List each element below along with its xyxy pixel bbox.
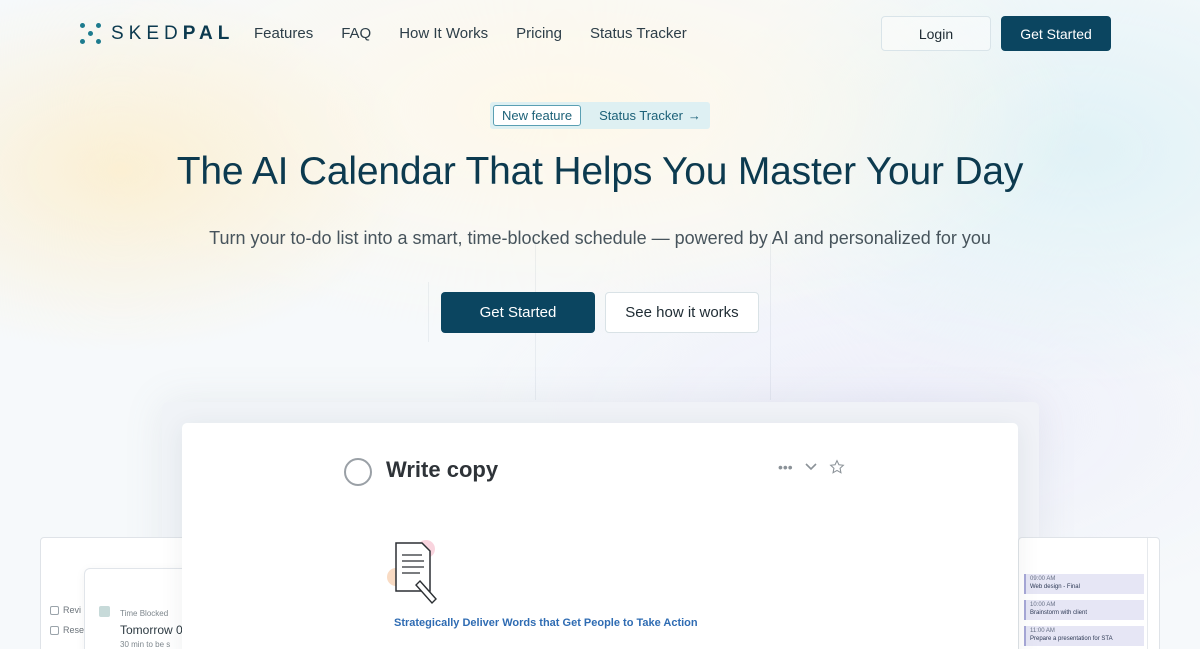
hero-subtitle: Turn your to-do list into a smart, time-…: [209, 228, 991, 248]
calendar-gridline: [1147, 538, 1148, 649]
calendar-icon: [99, 606, 110, 617]
nav-link-how-it-works[interactable]: How It Works: [399, 25, 488, 42]
hero-get-started-button[interactable]: Get Started: [441, 292, 595, 333]
skedpal-logo[interactable]: SKEDPAL: [79, 22, 234, 45]
task-caption: Strategically Deliver Words that Get Peo…: [394, 617, 698, 629]
login-button[interactable]: Login: [881, 16, 991, 51]
nav-link-status-tracker[interactable]: Status Tracker: [590, 25, 687, 42]
task-title: Write copy: [386, 457, 499, 482]
checkbox-icon: [50, 605, 59, 615]
time-blocked-duration: 30 min to be s: [120, 640, 171, 649]
nav-link-pricing[interactable]: Pricing: [516, 25, 562, 42]
arrow-right-icon: →: [687, 108, 701, 123]
top-navbar: SKEDPAL Features FAQ How It Works Pricin…: [0, 0, 1200, 68]
header-get-started-button[interactable]: Get Started: [1001, 16, 1111, 51]
document-icon: [387, 540, 437, 605]
checkbox-icon: [50, 625, 59, 635]
task-detail-card: Write copy ••• Strategically Deliver Wor…: [182, 423, 1018, 649]
calendar-panel: 09:00 AM Web design - Final 10:00 AM Brain…: [1018, 537, 1160, 649]
time-blocked-value: Tomorrow 0: [120, 623, 183, 637]
nav-link-faq[interactable]: FAQ: [341, 25, 371, 42]
calendar-event: 09:00 AM Web design - Final: [1024, 574, 1144, 594]
more-dots-icon[interactable]: •••: [778, 459, 793, 475]
task-list-item: Revi: [50, 605, 81, 615]
logo-mark-icon: [79, 22, 102, 45]
main-menu: Features FAQ How It Works Pricing Status…: [254, 25, 715, 42]
circle-check-icon[interactable]: [344, 458, 372, 486]
time-blocked-label: Time Blocked: [120, 609, 169, 618]
calendar-event: 11:00 AM Prepare a presentation for STA: [1024, 626, 1144, 646]
task-list-item: Rese: [50, 625, 84, 635]
new-feature-tag: New feature: [493, 105, 582, 126]
nav-link-features[interactable]: Features: [254, 25, 313, 42]
see-how-it-works-button[interactable]: See how it works: [605, 292, 759, 333]
decorative-line: [428, 282, 429, 342]
announcement-badge[interactable]: New feature Status Tracker →: [490, 102, 710, 129]
status-tracker-link-label: Status Tracker: [599, 108, 683, 123]
star-icon[interactable]: [829, 459, 845, 475]
logo-wordmark: SKEDPAL: [111, 22, 235, 44]
status-tracker-link[interactable]: Status Tracker →: [599, 108, 701, 123]
hero-title: The AI Calendar That Helps You Master Yo…: [176, 150, 1024, 193]
chevron-down-icon[interactable]: [805, 463, 817, 471]
card-actions: •••: [778, 459, 845, 475]
decorative-line: [770, 240, 771, 400]
calendar-event: 10:00 AM Brainstorm with client: [1024, 600, 1144, 620]
